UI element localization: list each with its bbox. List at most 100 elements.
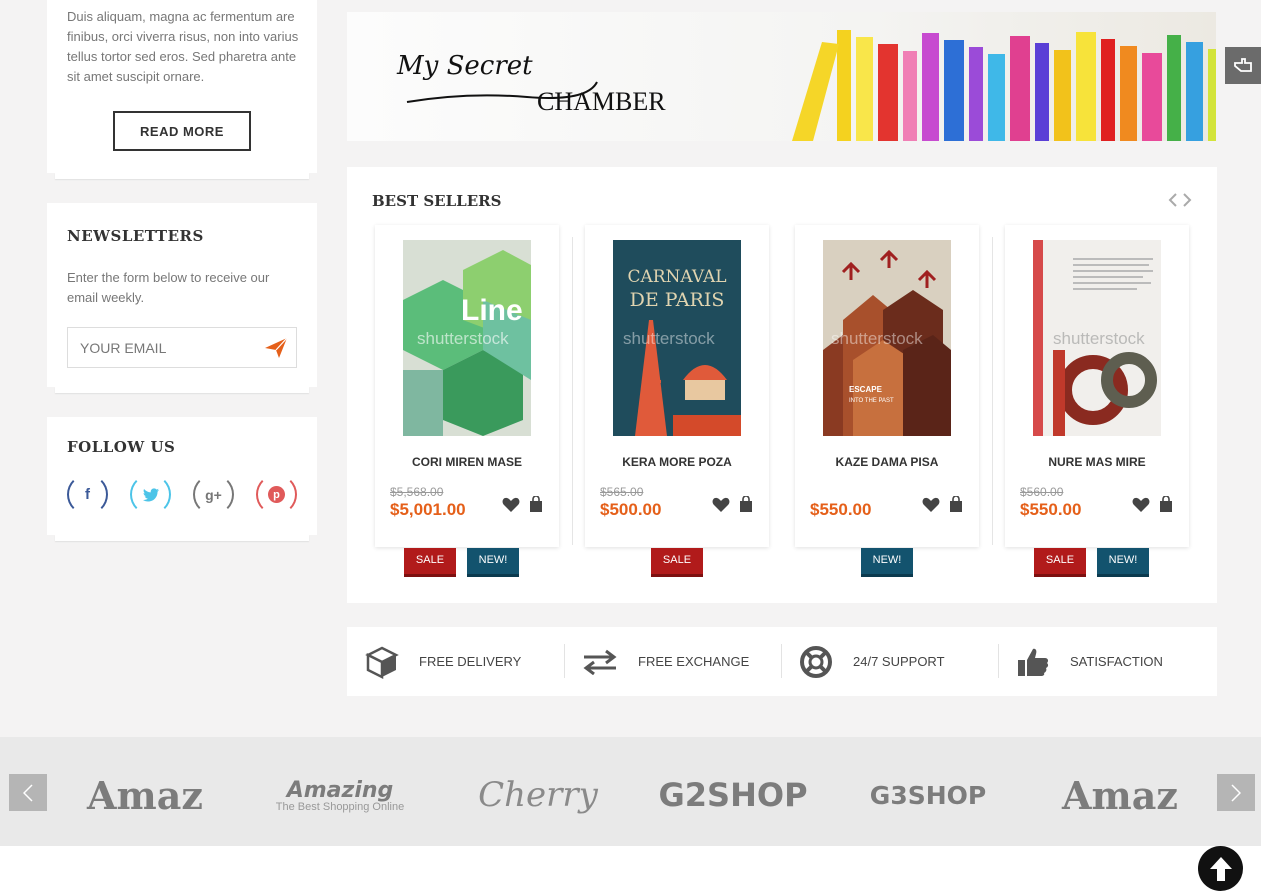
brand-logo[interactable]: Cherry xyxy=(478,765,598,825)
carousel-nav xyxy=(1168,193,1192,207)
product-image[interactable]: Line shutterstock xyxy=(403,240,531,436)
newsletter-title: NEWSLETTERS xyxy=(67,227,204,245)
add-to-cart-bag-icon[interactable] xyxy=(949,496,963,513)
feature-label: 24/7 SUPPORT xyxy=(853,654,945,669)
thumbs-up-icon xyxy=(1018,648,1049,676)
book-spine xyxy=(903,51,917,141)
product-price: $5,001.00 xyxy=(390,500,466,519)
pinterest-glyph: p xyxy=(268,486,285,503)
next-arrow-icon[interactable] xyxy=(1182,193,1192,207)
product-image[interactable]: CARNAVAL DE PARIS shutterstock xyxy=(613,240,741,436)
prev-arrow-icon[interactable] xyxy=(1168,193,1178,207)
book-spine xyxy=(856,37,873,141)
book-spine xyxy=(1120,46,1137,141)
box-icon xyxy=(365,646,399,679)
new-badge: NEW! xyxy=(1097,548,1149,577)
features-strip: FREE DELIVERY FREE EXCHANGE 24/7 SUPPORT… xyxy=(347,627,1217,696)
brand-logo[interactable]: Amaz xyxy=(84,765,206,825)
lifebuoy-icon xyxy=(800,645,832,678)
product-old-price: $565.00 xyxy=(600,485,644,499)
email-input[interactable] xyxy=(68,328,253,367)
read-more-button[interactable]: READ MORE xyxy=(113,111,251,151)
back-to-top-button[interactable] xyxy=(1198,846,1243,891)
wishlist-heart-icon[interactable] xyxy=(502,497,520,513)
brands-prev-button[interactable] xyxy=(9,774,47,811)
brand-logo[interactable]: G3SHOP xyxy=(870,765,986,825)
book-spine xyxy=(792,42,839,141)
brand-name: Amazing xyxy=(286,777,394,803)
sale-badge: SALE xyxy=(651,548,703,577)
product-card[interactable]: Line shutterstock CORI MIREN MASE $5,568… xyxy=(375,225,559,547)
brand-tagline: The Best Shopping Online xyxy=(275,800,405,813)
brand-logo[interactable]: Amazing The Best Shopping Online xyxy=(266,765,414,825)
newsletter-text: Enter the form below to receive our emai… xyxy=(67,270,270,305)
brand-logo[interactable]: Amaz xyxy=(1059,765,1181,825)
add-to-cart-bag-icon[interactable] xyxy=(1159,496,1173,513)
divider xyxy=(992,237,993,545)
cover-text: ESCAPE xyxy=(849,385,883,394)
brands-next-button[interactable] xyxy=(1217,774,1255,811)
product-card[interactable]: ESCAPE INTO THE PAST shutterstock KAZE D… xyxy=(795,225,979,547)
brand-name: Amaz xyxy=(1062,772,1178,818)
wishlist-heart-icon[interactable] xyxy=(922,497,940,513)
promo-banner[interactable]: My Secret CHAMBER xyxy=(347,12,1216,141)
about-widget: Duis aliquam, magna ac fermentum are fin… xyxy=(47,0,317,179)
book-spine xyxy=(922,33,939,141)
new-badge: NEW! xyxy=(861,548,913,577)
pointer-icon xyxy=(1234,57,1252,72)
book-spine xyxy=(1054,50,1071,141)
book-spine xyxy=(1186,42,1203,141)
book-spine xyxy=(969,47,983,141)
product-image[interactable]: ESCAPE INTO THE PAST shutterstock xyxy=(823,240,951,436)
product-name[interactable]: NURE MAS MIRE xyxy=(1005,455,1189,469)
cover-watermark: shutterstock xyxy=(831,329,923,348)
facebook-icon[interactable]: f xyxy=(67,474,108,515)
product-name[interactable]: KERA MORE POZA xyxy=(585,455,769,469)
book-spine xyxy=(1035,43,1049,141)
book-spine xyxy=(988,54,1005,141)
settings-tab[interactable] xyxy=(1225,47,1261,84)
product-name[interactable]: CORI MIREN MASE xyxy=(375,455,559,469)
google-plus-icon[interactable]: g+ xyxy=(193,474,234,515)
book-spine xyxy=(1076,32,1096,141)
brand-name: Cherry xyxy=(478,775,598,815)
brand-name: G2SHOP xyxy=(658,776,808,814)
best-sellers-title: BEST SELLERS xyxy=(372,192,502,210)
product-name[interactable]: KAZE DAMA PISA xyxy=(795,455,979,469)
wishlist-heart-icon[interactable] xyxy=(1132,497,1150,513)
send-icon[interactable] xyxy=(264,336,288,360)
product-old-price: $5,568.00 xyxy=(390,485,444,499)
cover-watermark: shutterstock xyxy=(417,329,509,348)
brand-logo[interactable]: G2SHOP xyxy=(659,765,808,825)
product-old-price: $560.00 xyxy=(1020,485,1064,499)
brand-name: Amaz xyxy=(87,772,203,818)
divider xyxy=(572,237,573,545)
product-price: $550.00 xyxy=(810,500,872,519)
banner-art: My Secret CHAMBER xyxy=(396,30,1216,141)
twitter-icon[interactable] xyxy=(130,474,171,515)
feature-support: 24/7 SUPPORT xyxy=(781,627,998,696)
book-spine xyxy=(1101,39,1115,141)
footer-area xyxy=(0,846,1261,894)
new-badge: NEW! xyxy=(467,548,519,577)
banner-script-text: My Secret xyxy=(396,51,533,81)
product-card[interactable]: CARNAVAL DE PARIS shutterstock KERA MORE… xyxy=(585,225,769,547)
add-to-cart-bag-icon[interactable] xyxy=(529,496,543,513)
cover-watermark: shutterstock xyxy=(1053,329,1145,348)
wishlist-heart-icon[interactable] xyxy=(712,497,730,513)
add-to-cart-bag-icon[interactable] xyxy=(739,496,753,513)
sale-badge: SALE xyxy=(404,548,456,577)
product-price: $550.00 xyxy=(1020,500,1082,519)
social-links: f g+ p xyxy=(67,474,297,515)
cover-title-line1: CARNAVAL xyxy=(627,267,726,287)
product-card[interactable]: shutterstock NURE MAS MIRE $560.00 $550.… xyxy=(1005,225,1189,547)
book-spine xyxy=(1010,36,1030,141)
about-text: Duis aliquam, magna ac fermentum are fin… xyxy=(67,9,299,84)
feature-free-exchange: FREE EXCHANGE xyxy=(564,627,781,696)
banner-caps-text: CHAMBER xyxy=(537,87,666,116)
follow-title: FOLLOW US xyxy=(67,438,176,456)
pinterest-icon[interactable]: p xyxy=(256,474,297,515)
product-image[interactable]: shutterstock xyxy=(1033,240,1161,436)
cover-text: INTO THE PAST xyxy=(849,398,894,404)
sale-badge: SALE xyxy=(1034,548,1086,577)
